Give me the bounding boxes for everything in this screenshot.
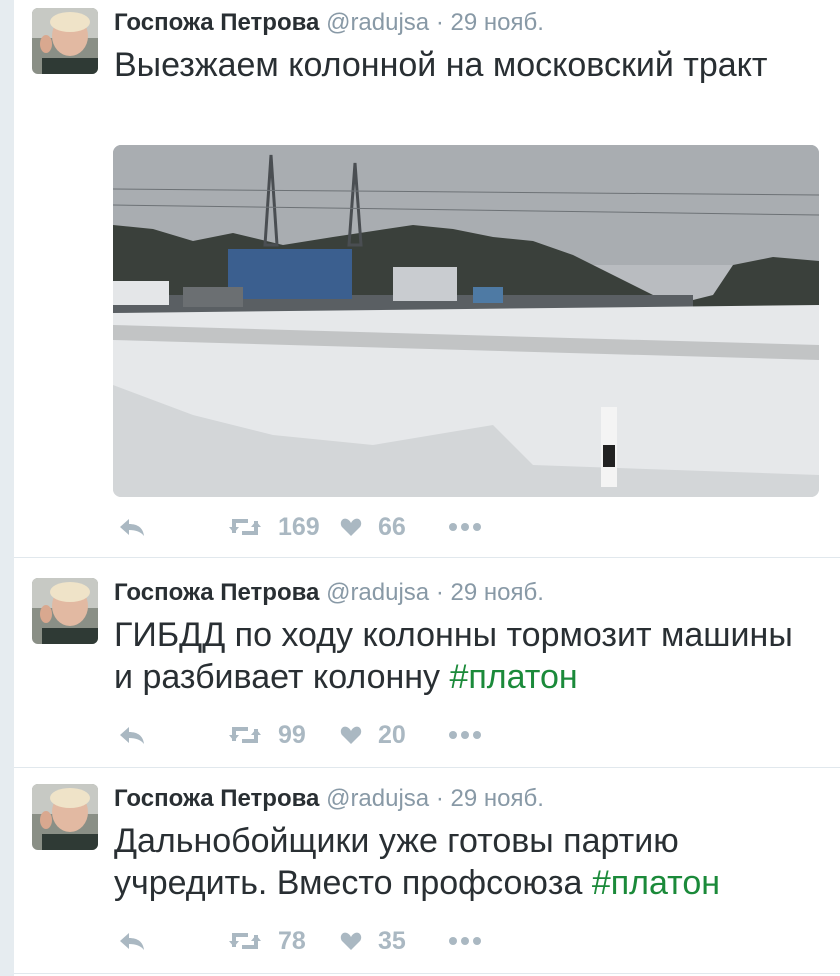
author-handle[interactable]: @radujsa <box>326 579 429 606</box>
retweet-button[interactable]: 78 <box>228 926 306 956</box>
tweet-actions: 78 35 <box>114 926 534 956</box>
heart-icon <box>340 932 362 950</box>
author-name[interactable]: Госпожа Петрова <box>114 785 319 812</box>
author-name[interactable]: Госпожа Петрова <box>114 9 319 36</box>
tweet-actions: 99 20 <box>114 720 534 750</box>
tweet-text: ГИБДД по ходу колонны тормозит машины и … <box>114 614 820 698</box>
like-count: 35 <box>378 926 406 955</box>
tweet-date[interactable]: 29 нояб. <box>451 9 544 36</box>
tweet-text: Выезжаем колонной на московский тракт <box>114 44 820 86</box>
like-count: 20 <box>378 720 406 749</box>
separator: · <box>435 579 444 606</box>
reply-icon <box>120 519 144 536</box>
tweet-date[interactable]: 29 нояб. <box>451 579 544 606</box>
retweet-count: 78 <box>278 926 306 955</box>
tweet[interactable]: Госпожа Петрова @radujsa · 29 нояб. ГИБД… <box>14 562 840 768</box>
more-icon <box>449 731 481 739</box>
more-icon <box>449 523 481 531</box>
heart-icon <box>340 726 362 744</box>
tweet[interactable]: Госпожа Петрова @radujsa · 29 нояб. Даль… <box>14 768 840 974</box>
reply-button[interactable] <box>118 720 146 750</box>
reply-icon <box>120 727 144 744</box>
like-count: 66 <box>378 512 406 541</box>
more-button[interactable] <box>448 720 482 750</box>
avatar[interactable] <box>32 8 98 74</box>
tweet-date[interactable]: 29 нояб. <box>451 785 544 812</box>
retweet-count: 99 <box>278 720 306 749</box>
avatar[interactable] <box>32 578 98 644</box>
more-button[interactable] <box>448 926 482 956</box>
retweet-button[interactable]: 169 <box>228 512 320 542</box>
avatar[interactable] <box>32 784 98 850</box>
reply-button[interactable] <box>118 926 146 956</box>
like-button[interactable]: 35 <box>340 926 406 956</box>
retweet-button[interactable]: 99 <box>228 720 306 750</box>
separator: · <box>435 9 444 36</box>
author-name[interactable]: Госпожа Петрова <box>114 579 319 606</box>
reply-button[interactable] <box>118 512 146 542</box>
separator: · <box>435 785 444 812</box>
retweet-icon <box>229 933 261 949</box>
author-handle[interactable]: @radujsa <box>326 785 429 812</box>
hashtag-link[interactable]: #платон <box>449 658 577 696</box>
author-handle[interactable]: @radujsa <box>326 9 429 36</box>
tweet[interactable]: Госпожа Петрова @radujsa · 29 нояб. Выез… <box>14 0 840 558</box>
hashtag-link[interactable]: #платон <box>592 864 720 902</box>
timeline: Госпожа Петрова @radujsa · 29 нояб. Выез… <box>14 0 840 976</box>
more-button[interactable] <box>448 512 482 542</box>
retweet-count: 169 <box>278 512 320 541</box>
heart-icon <box>340 518 362 536</box>
like-button[interactable]: 20 <box>340 720 406 750</box>
tweet-text-body: Выезжаем колонной на московский тракт <box>114 46 768 84</box>
retweet-icon <box>229 519 261 535</box>
tweet-photo[interactable] <box>113 145 819 497</box>
more-icon <box>449 937 481 945</box>
tweet-actions: 169 66 <box>114 512 534 542</box>
tweet-text: Дальнобойщики уже готовы партию учредить… <box>114 820 820 904</box>
like-button[interactable]: 66 <box>340 512 406 542</box>
retweet-icon <box>229 727 261 743</box>
reply-icon <box>120 933 144 950</box>
